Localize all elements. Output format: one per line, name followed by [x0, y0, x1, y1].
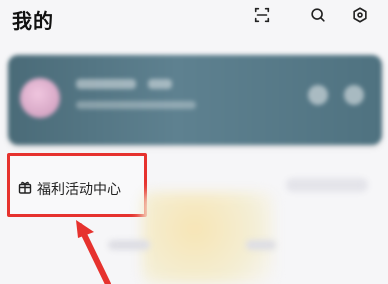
blurred-text: [108, 240, 150, 250]
settings-button[interactable]: [346, 3, 374, 31]
search-icon: [309, 6, 327, 28]
welfare-center-link[interactable]: 福利活动中心: [17, 179, 121, 199]
search-button[interactable]: [304, 3, 332, 31]
card-action-icon[interactable]: [344, 85, 364, 105]
settings-icon: [351, 6, 369, 28]
blurred-text: [246, 240, 276, 250]
blurred-promo-banner: [142, 192, 274, 284]
gift-icon: [17, 179, 33, 199]
scan-button[interactable]: [248, 3, 276, 31]
scan-icon: [253, 6, 271, 28]
red-arrow-annotation: [76, 220, 111, 284]
profile-subtitle-placeholder: [76, 101, 196, 109]
badge-placeholder: [148, 79, 172, 89]
profile-card[interactable]: [8, 55, 382, 145]
blurred-link: [286, 178, 368, 192]
card-action-icon[interactable]: [308, 85, 328, 105]
username-placeholder: [76, 79, 136, 89]
welfare-center-label: 福利活动中心: [37, 182, 121, 198]
page-title: 我的: [12, 9, 54, 33]
avatar[interactable]: [20, 78, 60, 118]
